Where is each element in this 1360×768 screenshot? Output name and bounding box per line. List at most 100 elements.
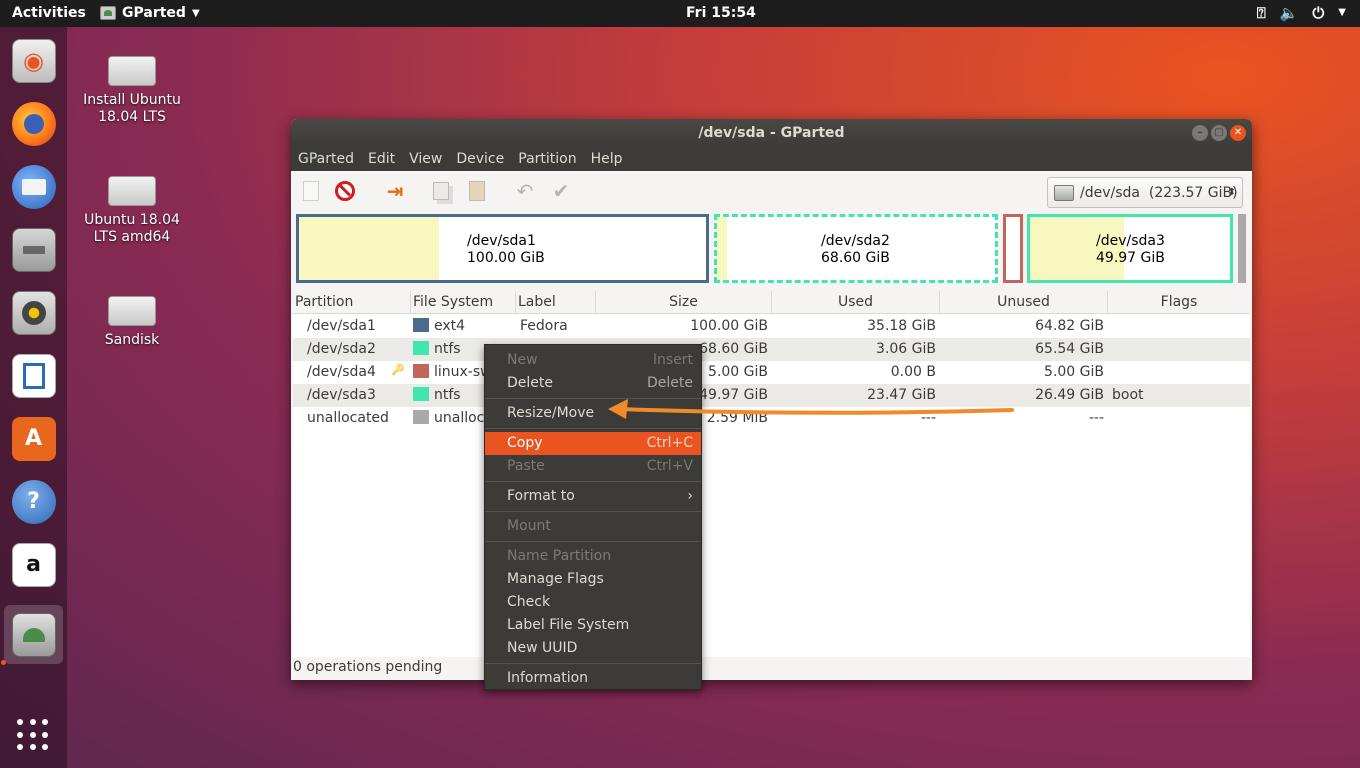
- menu-item-manage-flags[interactable]: Manage Flags: [485, 568, 701, 591]
- show-applications-button[interactable]: [17, 719, 49, 751]
- column-used[interactable]: Used: [772, 291, 940, 314]
- resize-move-icon[interactable]: ⇥: [383, 179, 407, 203]
- menu-item-label: Copy: [507, 435, 543, 451]
- map-partition-sda2[interactable]: /dev/sda2 68.60 GiB: [714, 214, 998, 283]
- installer-icon: ◉: [11, 38, 56, 83]
- menu-help[interactable]: Help: [591, 147, 630, 171]
- dock-amazon[interactable]: a: [4, 535, 63, 594]
- drive-icon: [108, 176, 156, 206]
- map-partition-name: /dev/sda3: [1096, 233, 1165, 249]
- undo-icon[interactable]: ↶: [513, 179, 537, 203]
- cell-flags: boot: [1112, 387, 1144, 403]
- column-file-system[interactable]: File System: [411, 291, 516, 314]
- software-icon: A: [11, 416, 56, 461]
- map-unallocated[interactable]: [1238, 214, 1246, 283]
- minimize-icon[interactable]: –: [1192, 125, 1208, 141]
- power-icon[interactable]: ⏻: [1312, 4, 1324, 22]
- cell-size: 100.00 GiB: [690, 318, 768, 334]
- menu-partition[interactable]: Partition: [518, 147, 583, 171]
- fs-color-swatch: [413, 410, 429, 424]
- new-partition-icon[interactable]: [299, 179, 323, 203]
- used-space-bar: [299, 217, 439, 280]
- device-selector[interactable]: /dev/sda (223.57 GiB) ⬍: [1047, 177, 1243, 208]
- table-row[interactable]: /dev/sda4 linux-swap 5.00 GiB 0.00 B 5.00 Gi…: [293, 361, 1250, 384]
- app-menu-button[interactable]: GParted ▼: [100, 5, 200, 21]
- dock-install-ubuntu[interactable]: ◉: [4, 31, 63, 90]
- menu-item-mount[interactable]: Mount: [485, 515, 701, 538]
- menu-item-label: Manage Flags: [507, 571, 604, 587]
- menu-item-information[interactable]: Information: [485, 667, 701, 690]
- menu-device[interactable]: Device: [456, 147, 511, 171]
- cell-unused: ---: [1088, 410, 1104, 426]
- accessibility-icon[interactable]: ⍰: [1257, 4, 1266, 22]
- menu-view[interactable]: View: [409, 147, 449, 171]
- usb-drive-icon: [108, 296, 156, 326]
- map-partition-size: 68.60 GiB: [821, 250, 890, 266]
- menu-item-label-file-system[interactable]: Label File System: [485, 614, 701, 637]
- activities-button[interactable]: Activities: [12, 5, 86, 21]
- menu-gparted[interactable]: GParted: [298, 147, 361, 171]
- menu-item-copy[interactable]: Copy Ctrl+C: [485, 432, 701, 455]
- maximize-icon[interactable]: ▢: [1211, 125, 1227, 141]
- table-row[interactable]: unallocated unallocated 2.59 MiB --- ---: [293, 407, 1250, 430]
- menu-item-accel: Delete: [647, 375, 693, 391]
- dock-firefox[interactable]: [4, 94, 63, 153]
- map-partition-sda1[interactable]: /dev/sda1 100.00 GiB: [296, 214, 709, 283]
- volume-icon[interactable]: 🔈: [1280, 4, 1299, 22]
- desktop-icon-sandisk[interactable]: Sandisk: [82, 288, 182, 349]
- cell-partition: /dev/sda1: [307, 318, 376, 334]
- desktop-icon-install-ubuntu[interactable]: Install Ubuntu 18.04 LTS: [82, 48, 182, 126]
- dock-gparted[interactable]: [4, 605, 63, 664]
- menu-item-label: Delete: [507, 375, 553, 391]
- close-icon[interactable]: ✕: [1230, 125, 1246, 141]
- cell-unused: 64.82 GiB: [1035, 318, 1104, 334]
- map-partition-sda3[interactable]: /dev/sda3 49.97 GiB: [1027, 214, 1233, 283]
- menu-item-paste[interactable]: Paste Ctrl+V: [485, 455, 701, 478]
- rhythmbox-icon: [11, 290, 56, 335]
- menu-item-accel: Insert: [652, 352, 693, 368]
- menu-item-label: Check: [507, 594, 551, 610]
- desktop-icon-ubuntu-media[interactable]: Ubuntu 18.04 LTS amd64: [82, 168, 182, 246]
- dock-ubuntu-software[interactable]: A: [4, 409, 63, 468]
- dock-thunderbird[interactable]: [4, 157, 63, 216]
- menu-item-label: Label File System: [507, 617, 630, 633]
- cell-partition: /dev/sda3: [307, 387, 376, 403]
- paste-icon[interactable]: [465, 179, 489, 203]
- menu-item-check[interactable]: Check: [485, 591, 701, 614]
- menu-item-label: Format to: [507, 488, 575, 504]
- gparted-window: /dev/sda - GParted – ▢ ✕ GParted Edit Vi…: [291, 119, 1252, 680]
- column-flags[interactable]: Flags: [1108, 291, 1250, 314]
- dock-rhythmbox[interactable]: [4, 283, 63, 342]
- apply-icon[interactable]: ✔: [549, 179, 573, 203]
- table-row[interactable]: /dev/sda1 ext4 Fedora 100.00 GiB 35.18 GiB 64…: [293, 315, 1250, 338]
- menu-item-new-uuid[interactable]: New UUID: [485, 637, 701, 660]
- window-titlebar[interactable]: /dev/sda - GParted – ▢ ✕: [291, 119, 1252, 147]
- dock-files[interactable]: [4, 220, 63, 279]
- menu-separator: [485, 511, 701, 512]
- dock-writer[interactable]: [4, 346, 63, 405]
- menu-item-format-to[interactable]: Format to ›: [485, 485, 701, 508]
- dock-help[interactable]: ?: [4, 472, 63, 531]
- copy-icon[interactable]: [429, 179, 453, 203]
- column-size[interactable]: Size: [596, 291, 772, 314]
- delete-icon[interactable]: [333, 179, 357, 203]
- table-row[interactable]: /dev/sda3 ntfs 49.97 GiB 23.47 GiB 26.49 GiB…: [293, 384, 1250, 407]
- map-partition-sda4[interactable]: [1003, 214, 1023, 283]
- partition-map: /dev/sda1 100.00 GiB /dev/sda2 68.60 GiB…: [296, 214, 1246, 283]
- menu-item-resize-move[interactable]: Resize/Move: [485, 402, 701, 425]
- column-partition[interactable]: Partition: [293, 291, 411, 314]
- menu-separator: [485, 428, 701, 429]
- fs-color-swatch: [413, 364, 429, 378]
- column-unused[interactable]: Unused: [940, 291, 1108, 314]
- table-row[interactable]: /dev/sda2 ntfs 68.60 GiB 3.06 GiB 65.54 GiB: [293, 338, 1250, 361]
- system-tray[interactable]: ⍰ 🔈 ⏻ ▼: [1257, 4, 1346, 22]
- menu-item-new[interactable]: New Insert: [485, 349, 701, 372]
- menu-item-delete[interactable]: Delete Delete: [485, 372, 701, 395]
- cell-unused: 5.00 GiB: [1044, 364, 1104, 380]
- clock[interactable]: Fri 15:54: [686, 5, 756, 21]
- menu-edit[interactable]: Edit: [368, 147, 402, 171]
- partition-table: Partition File System Label Size Used Un…: [293, 291, 1250, 657]
- chevron-down-icon[interactable]: ▼: [1338, 4, 1346, 22]
- menu-item-name-partition[interactable]: Name Partition: [485, 545, 701, 568]
- column-label[interactable]: Label: [516, 291, 596, 314]
